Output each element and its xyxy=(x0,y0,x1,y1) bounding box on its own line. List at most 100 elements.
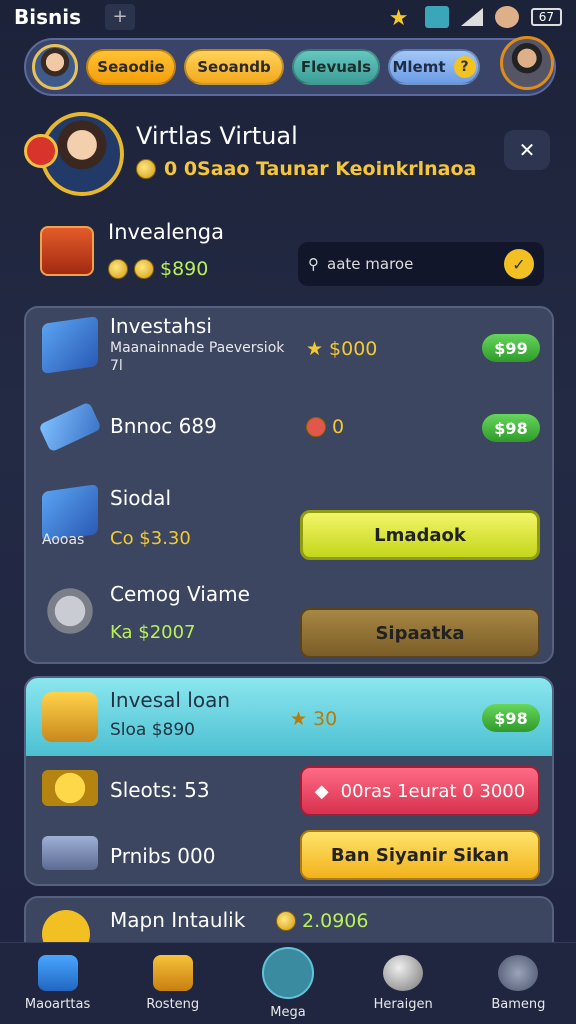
loan-subtitle: Sloa $890 xyxy=(110,720,195,740)
action-button-label: 00ras 1eurat 0 3000 xyxy=(340,780,526,802)
list-item: Cemog Viame Ka $2007 Sipaatka xyxy=(26,570,552,664)
signal-icon xyxy=(460,8,483,26)
item-stat-value: $000 xyxy=(329,338,378,360)
item-subtitle: Ka $2007 xyxy=(110,622,196,643)
building-icon xyxy=(152,955,193,991)
coin-icon xyxy=(108,259,128,279)
item-stat: ★ $000 xyxy=(306,338,377,360)
rank-badge-icon xyxy=(24,134,58,168)
treasure-chest-icon xyxy=(40,226,94,276)
profile-subtitle: 0 0Saao Taunar Keoinkrlnaoa xyxy=(136,158,476,180)
player-avatar[interactable] xyxy=(32,44,78,90)
map-title: Mapn Intaulik xyxy=(110,908,246,932)
item-title: Bnnoc 689 xyxy=(110,414,217,438)
profile-card: Virtlas Virtual 0 0Saao Taunar Keoinkrln… xyxy=(24,108,556,204)
list-item: Bnnoc 689 0 $98 xyxy=(26,398,552,478)
status-icons: ★ 67 xyxy=(388,6,562,31)
loan-stat-value: 30 xyxy=(313,708,338,730)
nav-rosteng[interactable]: Rosteng xyxy=(125,955,221,1012)
friend-avatar[interactable] xyxy=(500,36,554,90)
search-input[interactable]: ⚲ aate maroe ✓ xyxy=(298,242,544,286)
nav-label: Mega xyxy=(270,1005,306,1020)
loan-title: Invesal loan xyxy=(110,688,231,712)
item-subtitle: Maanainnade Paeversiok xyxy=(110,340,285,356)
action-button[interactable]: Ban Siyanir Sikan xyxy=(300,830,540,880)
item-title: Siodal xyxy=(110,486,171,510)
search-go-button[interactable]: ✓ xyxy=(504,249,534,279)
loan-panel: Invesal loan Sloa $890 ★ 30 $98 Sleots: … xyxy=(24,676,554,886)
action-button[interactable]: Sipaatka xyxy=(300,608,540,658)
map-stat-value: 2.0906 xyxy=(302,910,369,932)
search-placeholder: aate maroe xyxy=(327,255,414,273)
gear-icon xyxy=(42,586,98,636)
tab-mlemt[interactable]: Mlemt ? xyxy=(388,49,480,85)
contact-avatar xyxy=(494,6,519,28)
search-icon: ⚲ xyxy=(308,255,319,273)
star-icon: ★ xyxy=(388,6,409,31)
item-title: Sleots: 53 xyxy=(110,778,210,802)
home-icon xyxy=(37,955,78,991)
item-title: Investahsi xyxy=(110,314,212,338)
item-stat: 0 xyxy=(306,416,344,438)
battery-indicator: 67 xyxy=(530,8,562,26)
item-title: Prnibs 000 xyxy=(110,844,216,868)
list-item: Aooas Siodal Co $3.30 Lmadaok xyxy=(26,478,552,570)
add-tab-button[interactable]: + xyxy=(105,4,136,30)
nav-label: Maoarttas xyxy=(24,997,91,1012)
app-name: Bisnis xyxy=(14,5,82,29)
status-bar: Bisnis + ★ 67 xyxy=(0,0,576,34)
bag-icon xyxy=(498,955,539,991)
list-item: Sleots: 53 ◆ 00ras 1eurat 0 3000 xyxy=(26,758,552,822)
price-badge[interactable]: $98 xyxy=(482,704,540,732)
coin-icon xyxy=(134,259,154,279)
tab-seoandb[interactable]: Seoandb xyxy=(184,49,284,85)
loan-stat: ★ 30 xyxy=(290,708,337,730)
tab-flevuals[interactable]: Flevuals xyxy=(292,49,380,85)
list-item: Investahsi Maanainnade Paeversiok 7l ★ $… xyxy=(26,308,552,398)
help-icon[interactable]: ? xyxy=(453,56,476,78)
nav-label: Bameng xyxy=(491,997,546,1012)
tab-seaodie[interactable]: Seaodie xyxy=(86,49,176,85)
share-icon: ✕ xyxy=(518,138,536,162)
action-button[interactable]: ◆ 00ras 1eurat 0 3000 xyxy=(300,766,540,816)
nav-home[interactable]: Maoarttas xyxy=(10,955,106,1012)
map-stat: 2.0906 xyxy=(276,910,368,932)
list-item: Prnibs 000 Ban Siyanir Sikan xyxy=(26,822,552,884)
card-icon xyxy=(38,401,102,453)
item-stat-value: 0 xyxy=(332,416,345,438)
coin-icon xyxy=(276,911,296,931)
profile-subtitle-text: 0 0Saao Taunar Keoinkrlnaoa xyxy=(164,158,477,180)
item-title: Cemog Viame xyxy=(110,582,250,606)
nav-label: Rosteng xyxy=(146,997,200,1012)
investments-panel: Investahsi Maanainnade Paeversiok 7l ★ $… xyxy=(24,306,554,664)
action-button[interactable]: Lmadaok xyxy=(300,510,540,560)
tab-mlemt-label: Mlemt xyxy=(392,58,446,76)
star-icon: ★ xyxy=(306,338,324,360)
item-subtitle-2: 7l xyxy=(110,358,123,374)
bottom-navigation: Maoarttas Rosteng Mega Heraigen Bameng xyxy=(0,942,576,1024)
item-label: Aooas xyxy=(42,532,85,548)
orb-icon xyxy=(383,955,424,991)
nav-heraigen[interactable]: Heraigen xyxy=(355,955,451,1012)
profile-icon xyxy=(261,947,314,999)
nav-bameng[interactable]: Bameng xyxy=(470,955,566,1012)
profile-name: Virtlas Virtual xyxy=(136,122,298,150)
tag-icon: ◆ xyxy=(314,780,329,802)
price-badge[interactable]: $99 xyxy=(482,334,540,362)
share-button[interactable]: ✕ xyxy=(504,130,550,170)
star-icon: ★ xyxy=(290,708,308,730)
coin-icon xyxy=(136,159,156,179)
investment-amount-value: $890 xyxy=(160,258,209,280)
nav-mega[interactable]: Mega xyxy=(240,947,336,1020)
price-badge[interactable]: $98 xyxy=(482,414,540,442)
top-navigation: Seaodie Seoandb Flevuals Mlemt ? xyxy=(24,36,556,96)
chat-icon xyxy=(424,6,449,28)
nav-label: Heraigen xyxy=(373,997,433,1012)
key-icon xyxy=(42,692,98,742)
investment-amount: $890 xyxy=(108,258,208,280)
investment-summary: Invealenga $890 ⚲ aate maroe ✓ xyxy=(24,216,556,296)
box-icon xyxy=(42,316,98,374)
token-icon xyxy=(306,417,326,437)
loan-header: Invesal loan Sloa $890 ★ 30 $98 xyxy=(26,678,552,756)
investment-title: Invealenga xyxy=(108,220,224,244)
